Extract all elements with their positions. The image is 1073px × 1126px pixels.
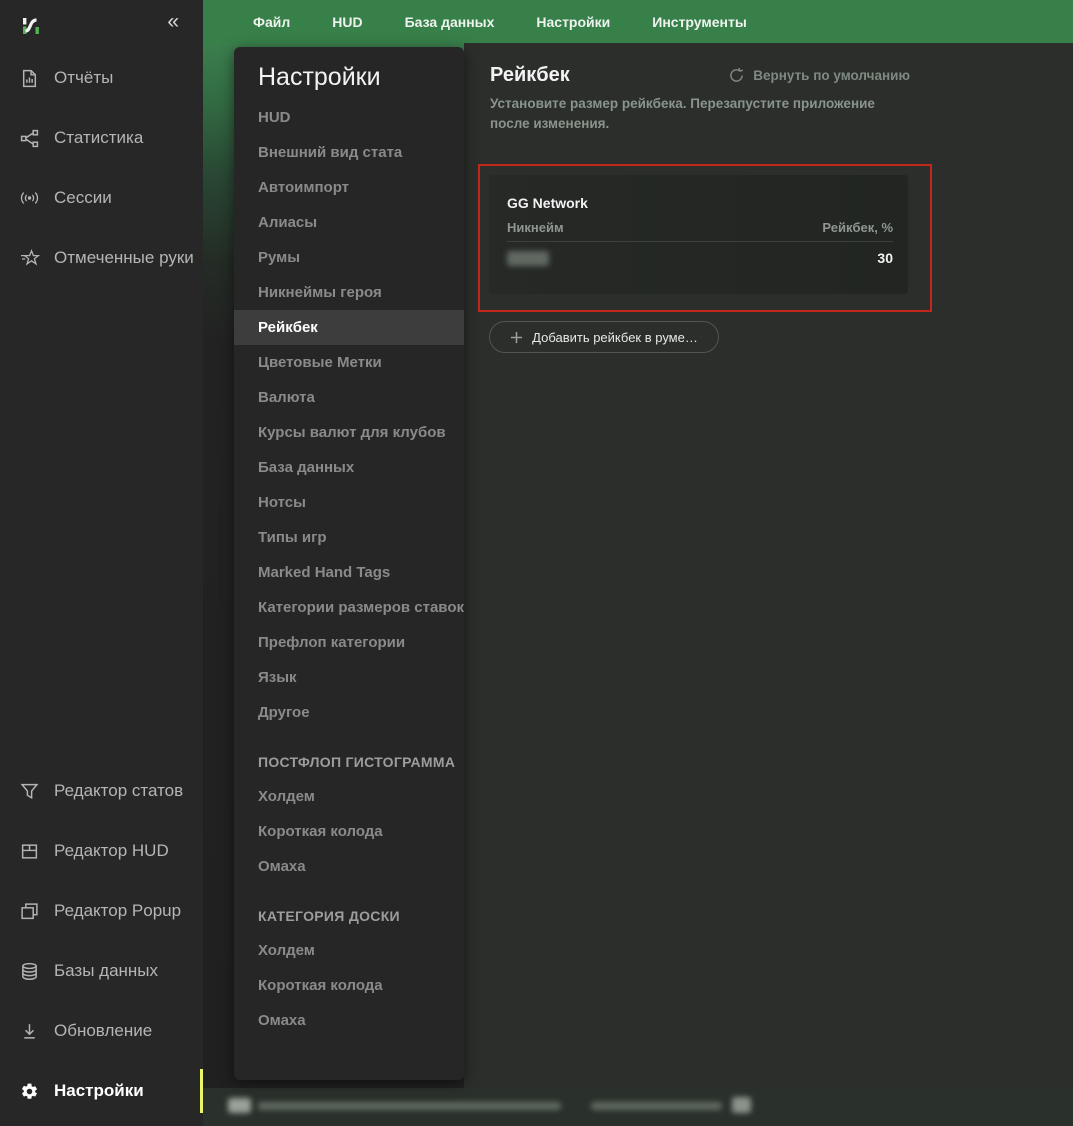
settings-nav-color-labels[interactable]: Цветовые Метки	[234, 345, 464, 380]
add-rakeback-label: Добавить рейкбек в руме…	[532, 330, 698, 345]
card-column-headers: Никнейм Рейкбек, %	[507, 220, 893, 235]
settings-nav-preflop-categories[interactable]: Префлоп категории	[234, 625, 464, 660]
settings-nav-holdem-histogram[interactable]: Холдем	[234, 779, 464, 814]
menu-hud[interactable]: HUD	[332, 14, 362, 30]
sidebar-item-label: Редактор HUD	[54, 841, 169, 861]
reset-label: Вернуть по умолчанию	[753, 68, 910, 83]
nickname-redacted	[507, 251, 549, 266]
app-window: « Отчёты Статистика	[0, 0, 1073, 1126]
room-name: GG Network	[507, 195, 893, 211]
main-content: Рейкбек Вернуть по умолчанию Установите …	[464, 43, 1073, 1088]
reports-icon	[18, 69, 41, 88]
sidebar-item-settings[interactable]: Настройки	[0, 1061, 203, 1121]
sidebar-item-sessions[interactable]: Сессии	[0, 168, 203, 228]
reset-to-default-button[interactable]: Вернуть по умолчанию	[728, 67, 910, 84]
nickname-column-header: Никнейм	[507, 220, 564, 235]
sessions-icon	[18, 189, 41, 207]
sidebar-item-label: Настройки	[54, 1081, 144, 1101]
settings-nav-omaha-histogram[interactable]: Омаха	[234, 849, 464, 884]
rakeback-room-card: GG Network Никнейм Рейкбек, % 30	[489, 175, 908, 294]
settings-nav-other[interactable]: Другое	[234, 695, 464, 730]
sidebar-item-popup-editor[interactable]: Редактор Popup	[0, 881, 203, 941]
marked-hands-icon	[18, 249, 41, 267]
reset-icon	[728, 67, 745, 84]
settings-nav-panel: Настройки HUD Внешний вид стата Автоимпо…	[234, 47, 464, 1080]
sidebar-item-label: Редактор Popup	[54, 901, 181, 921]
sidebar-item-stat-editor[interactable]: Редактор статов	[0, 761, 203, 821]
settings-nav-stat-appearance[interactable]: Внешний вид стата	[234, 135, 464, 170]
section-board-category: КАТЕГОРИЯ ДОСКИ	[234, 898, 464, 933]
page-description: Установите размер рейкбека. Перезапустит…	[490, 94, 890, 134]
sidebar-item-update[interactable]: Обновление	[0, 1001, 203, 1061]
sidebar-item-label: Отчёты	[54, 68, 113, 88]
update-icon	[18, 1022, 41, 1041]
sidebar-item-reports[interactable]: Отчёты	[0, 48, 203, 108]
settings-nav-shortdeck-board[interactable]: Короткая колода	[234, 968, 464, 1003]
menu-settings[interactable]: Настройки	[536, 14, 610, 30]
settings-nav-hero-nicknames[interactable]: Никнеймы героя	[234, 275, 464, 310]
settings-nav-bet-size-categories[interactable]: Категории размеров ставок	[234, 590, 464, 625]
settings-nav-rakeback[interactable]: Рейкбек	[234, 310, 464, 345]
menu-database[interactable]: База данных	[405, 14, 495, 30]
hand2note-logo-icon	[19, 14, 43, 40]
hud-editor-icon	[18, 842, 41, 861]
settings-nav-rooms[interactable]: Румы	[234, 240, 464, 275]
status-bar	[203, 1088, 1073, 1126]
active-item-accent-bar	[200, 1069, 203, 1113]
settings-nav-aliases[interactable]: Алиасы	[234, 205, 464, 240]
sidebar-header: «	[0, 0, 203, 50]
rakeback-column-header: Рейкбек, %	[822, 220, 893, 235]
redacted-status-text	[228, 1098, 251, 1113]
sidebar-item-databases[interactable]: Базы данных	[0, 941, 203, 1001]
sidebar: « Отчёты Статистика	[0, 0, 203, 1126]
add-rakeback-button[interactable]: Добавить рейкбек в руме…	[489, 321, 719, 353]
settings-nav-marked-hand-tags[interactable]: Marked Hand Tags	[234, 555, 464, 590]
settings-nav-currency[interactable]: Валюта	[234, 380, 464, 415]
collapse-sidebar-icon[interactable]: «	[167, 10, 179, 34]
redacted-status-text	[258, 1102, 561, 1110]
sidebar-item-hud-editor[interactable]: Редактор HUD	[0, 821, 203, 881]
plus-icon	[510, 331, 523, 344]
menu-file[interactable]: Файл	[253, 14, 290, 30]
settings-nav-autoimport[interactable]: Автоимпорт	[234, 170, 464, 205]
sidebar-item-marked-hands[interactable]: Отмеченные руки	[0, 228, 203, 288]
rakeback-value: 30	[877, 250, 893, 266]
section-postflop-histogram: ПОСТФЛОП ГИСТОГРАММА	[234, 744, 464, 779]
databases-icon	[18, 962, 41, 981]
settings-nav-hud[interactable]: HUD	[234, 100, 464, 135]
sidebar-item-label: Сессии	[54, 188, 112, 208]
redacted-status-text	[591, 1102, 722, 1110]
settings-nav-shortdeck-histogram[interactable]: Короткая колода	[234, 814, 464, 849]
settings-nav-game-types[interactable]: Типы игр	[234, 520, 464, 555]
settings-nav-omaha-board[interactable]: Омаха	[234, 1003, 464, 1038]
rakeback-row[interactable]: 30	[507, 250, 893, 266]
sidebar-item-label: Редактор статов	[54, 781, 183, 801]
settings-nav-holdem-board[interactable]: Холдем	[234, 933, 464, 968]
settings-nav-language[interactable]: Язык	[234, 660, 464, 695]
settings-nav-club-currency-rates[interactable]: Курсы валют для клубов	[234, 415, 464, 450]
sidebar-bottom-group: Редактор статов Редактор HUD Редактор Po…	[0, 761, 203, 1121]
settings-nav-notes[interactable]: Нотсы	[234, 485, 464, 520]
page-header: Рейкбек Вернуть по умолчанию	[490, 64, 910, 87]
redacted-status-text	[732, 1097, 751, 1113]
sidebar-item-label: Базы данных	[54, 961, 158, 981]
sidebar-item-label: Обновление	[54, 1021, 152, 1041]
sidebar-item-statistics[interactable]: Статистика	[0, 108, 203, 168]
sidebar-item-label: Статистика	[54, 128, 143, 148]
settings-nav-database[interactable]: База данных	[234, 450, 464, 485]
stat-editor-icon	[18, 782, 41, 801]
menu-tools[interactable]: Инструменты	[652, 14, 747, 30]
menubar: Файл HUD База данных Настройки Инструмен…	[203, 0, 1073, 43]
sidebar-item-label: Отмеченные руки	[54, 248, 194, 268]
statistics-icon	[18, 129, 41, 148]
sidebar-top-group: Отчёты Статистика Се	[0, 48, 203, 288]
settings-gear-icon	[18, 1082, 41, 1101]
settings-panel-title: Настройки	[258, 63, 464, 92]
popup-editor-icon	[18, 902, 41, 921]
card-divider	[507, 241, 893, 242]
page-title: Рейкбек	[490, 64, 570, 87]
